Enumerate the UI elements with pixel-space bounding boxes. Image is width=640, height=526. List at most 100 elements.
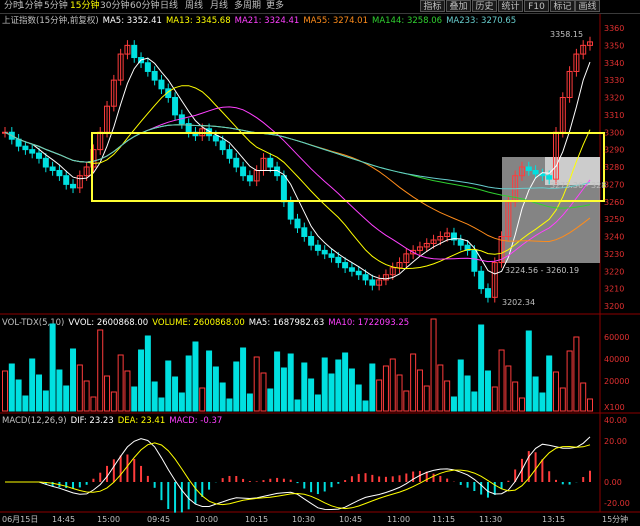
price-tick: 3330 xyxy=(604,76,624,85)
volume-bar xyxy=(110,391,117,412)
volume-bar xyxy=(491,386,498,412)
volume-bar xyxy=(29,358,36,412)
price-tick: 3210 xyxy=(604,285,624,294)
volume-bar xyxy=(301,362,308,412)
macd-axis: 40.00 20.00 0.00 -20.00 xyxy=(604,416,630,508)
volume-bar xyxy=(512,381,519,412)
annotation-low: 3202.34 xyxy=(502,298,535,307)
volume-bar xyxy=(144,335,151,412)
volume-bar xyxy=(410,353,417,412)
volume-bar xyxy=(348,368,355,412)
annotation-mid: 3224.56 - 3260.19 xyxy=(505,266,579,275)
volume-bar xyxy=(471,391,478,412)
volume-bar xyxy=(185,355,192,412)
volume-bar xyxy=(233,361,240,412)
kline-chart[interactable]: 3358.15 3202.34 3224.56 - 3260.19 3273.36 -… xyxy=(0,0,640,526)
volume-bar xyxy=(423,385,430,412)
volume-bar xyxy=(382,365,389,412)
candle-body xyxy=(321,249,328,255)
volume-bar xyxy=(396,374,403,412)
candle-body xyxy=(546,175,553,180)
volume-bar xyxy=(566,350,573,412)
volume-bar xyxy=(49,323,56,412)
volume-bar xyxy=(97,329,104,412)
volume-bar xyxy=(22,395,29,412)
time-tick: 10:45 xyxy=(339,515,362,524)
volume-bar xyxy=(260,372,267,412)
volume-bar xyxy=(124,370,131,412)
time-tick: 14:45 xyxy=(52,515,75,524)
volume-tick: 60000 xyxy=(604,333,629,342)
volume-bar xyxy=(246,393,253,412)
price-tick: 3230 xyxy=(604,250,624,259)
candle-body xyxy=(56,169,63,177)
price-tick: 3250 xyxy=(604,215,624,224)
volume-bar xyxy=(199,387,206,412)
volume-bar xyxy=(206,350,213,412)
candle-body xyxy=(301,227,308,237)
volume-tick: 20000 xyxy=(604,377,629,386)
price-tick: 3220 xyxy=(604,267,624,276)
candle-body xyxy=(42,157,49,168)
time-tick: 09:45 xyxy=(147,515,170,524)
volume-bar xyxy=(444,380,451,412)
time-tick: 10:00 xyxy=(195,515,218,524)
candle-body xyxy=(22,145,29,151)
volume-bar xyxy=(117,354,124,412)
candle-body xyxy=(314,244,321,251)
candle-body xyxy=(212,135,219,142)
price-tick: 3360 xyxy=(604,24,624,33)
time-tick: 10:30 xyxy=(292,515,315,524)
candle-body xyxy=(369,279,376,286)
candle-body xyxy=(63,175,70,185)
candle-body xyxy=(328,253,335,258)
volume-bar xyxy=(498,349,505,412)
candle-body xyxy=(172,97,179,116)
volume-bar xyxy=(165,360,172,412)
time-tick: 13:15 xyxy=(542,515,565,524)
annotation-high: 3358.15 xyxy=(550,30,583,39)
volume-bar xyxy=(151,381,158,412)
volume-bar xyxy=(192,341,199,412)
macd-tick: 0.00 xyxy=(604,478,622,487)
time-axis: 06月15日 14:45 15:00 09:45 10:00 10:15 10:30 10:4… xyxy=(2,514,628,524)
volume-bar xyxy=(335,359,342,412)
dea-line xyxy=(5,442,591,510)
volume-bar xyxy=(484,370,491,412)
volume-bar xyxy=(2,370,8,412)
volume-bar xyxy=(138,349,145,412)
candle-body xyxy=(29,149,36,154)
volume-bar xyxy=(212,366,219,412)
volume-tick: 40000 xyxy=(604,355,629,364)
volume-bar xyxy=(90,396,97,412)
price-tick: 3300 xyxy=(604,128,624,137)
volume-bar xyxy=(226,398,233,412)
volume-bar xyxy=(280,367,287,412)
dif-line xyxy=(5,436,591,511)
price-tick: 3280 xyxy=(604,163,624,172)
candle-body xyxy=(348,267,355,272)
volume-bar xyxy=(83,380,90,412)
candle-body xyxy=(219,140,226,151)
candle-body xyxy=(457,239,464,246)
volume-bar xyxy=(274,351,281,412)
price-tick: 3200 xyxy=(604,302,624,311)
volume-bar xyxy=(430,318,437,412)
candle-body xyxy=(158,79,165,90)
candle-body xyxy=(233,157,240,168)
price-tick: 3320 xyxy=(604,94,624,103)
candle-body xyxy=(267,157,274,168)
volume-bar xyxy=(450,396,457,412)
candle-body xyxy=(525,166,532,171)
macd-tick: -20.00 xyxy=(604,499,630,508)
volume-bar xyxy=(457,359,464,412)
candle-body xyxy=(70,183,77,189)
volume-bar xyxy=(8,363,15,412)
volume-bar xyxy=(253,356,260,412)
volume-bar xyxy=(464,375,471,412)
volume-bar xyxy=(546,355,553,412)
volume-bar xyxy=(369,363,376,412)
macd-tick: 40.00 xyxy=(604,416,627,425)
volume-bars xyxy=(2,318,593,412)
candle-body xyxy=(471,249,478,272)
